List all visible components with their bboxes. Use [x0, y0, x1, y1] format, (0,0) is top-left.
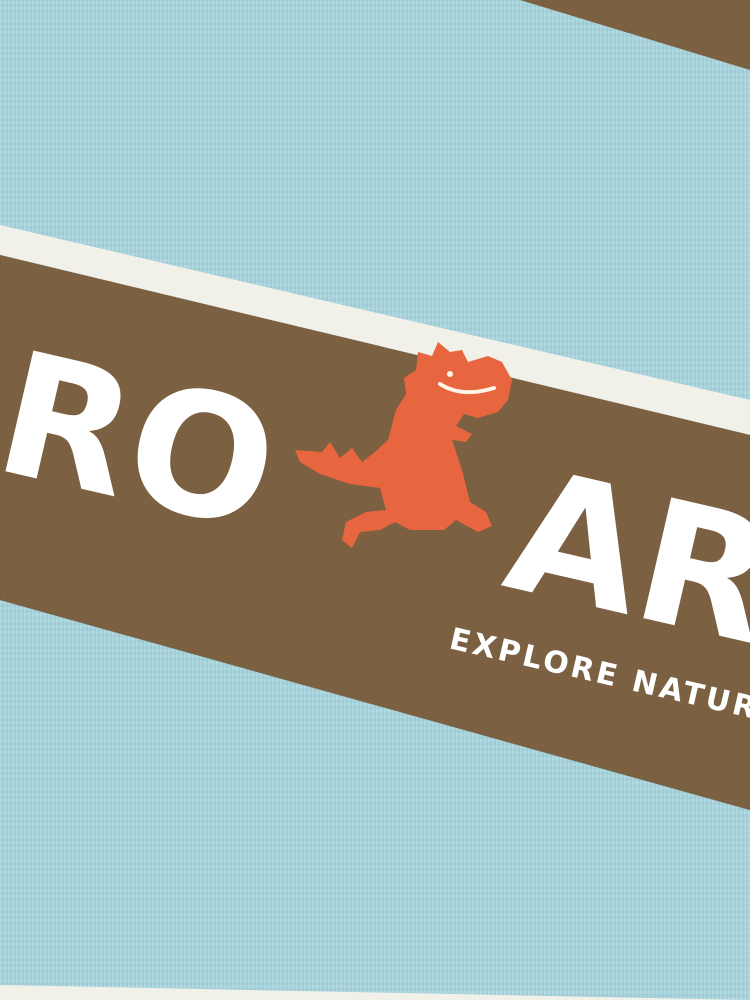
brown-stripe-top: [520, 0, 750, 70]
white-pinstripe-bottom: [0, 985, 750, 1000]
striped-fabric-print: RO AR EXPLORE NATUR: [0, 0, 750, 1000]
fabric-closeup: RO AR EXPLORE NATUR: [0, 0, 750, 1000]
